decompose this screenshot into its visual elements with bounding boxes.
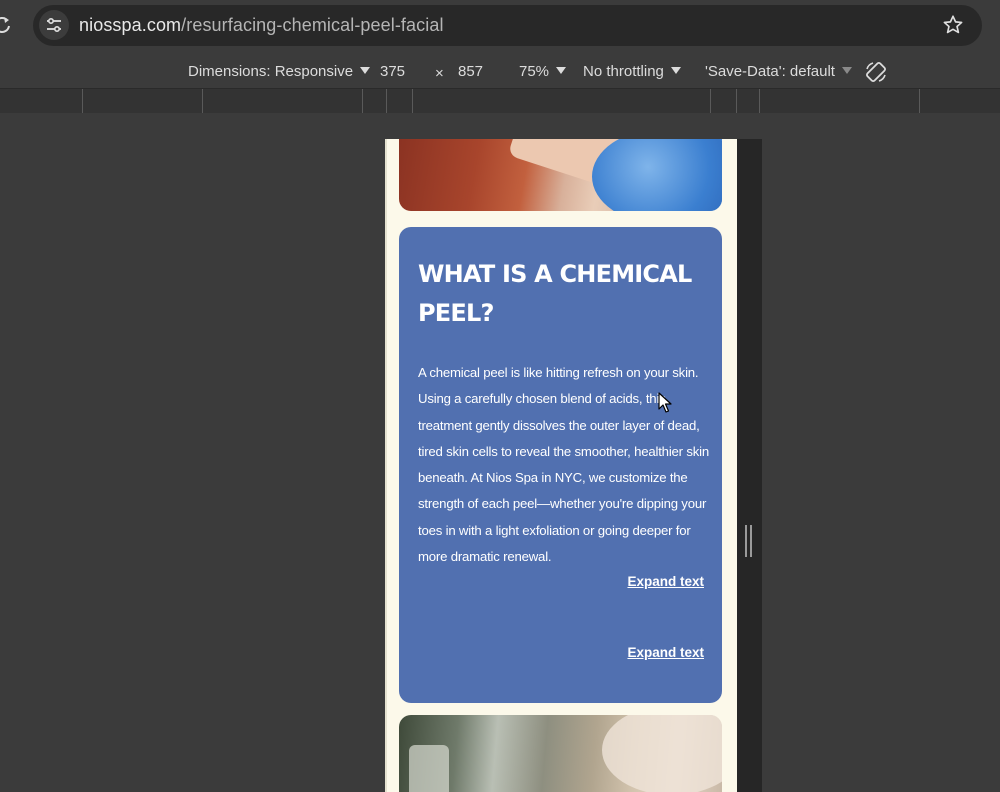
dimensions-label: Dimensions: Responsive [188,63,354,80]
ruler-tick [412,89,413,113]
image-detail [409,745,449,792]
save-data-dropdown[interactable]: 'Save-Data': default [705,63,852,80]
image-detail [592,139,722,211]
chevron-down-icon [556,67,567,74]
ruler-tick [362,89,363,113]
zoom-label: 75% [519,63,550,80]
info-card: WHAT IS A CHEMICAL PEEL? A chemical peel… [399,227,722,703]
chevron-down-icon [360,67,371,74]
emulated-page[interactable]: WHAT IS A CHEMICAL PEEL? A chemical peel… [385,139,737,792]
ruler-tick [202,89,203,113]
expand-text-link[interactable]: Expand text [627,645,704,660]
save-data-label: 'Save-Data': default [705,63,835,80]
throttling-label: No throttling [583,63,664,80]
media-query-ruler[interactable] [0,88,1000,114]
site-info-icon[interactable] [39,10,69,40]
url-text[interactable]: niosspa.com/resurfacing-chemical-peel-fa… [79,15,444,36]
section-heading: WHAT IS A CHEMICAL PEEL? [418,260,692,327]
browser-toolbar: niosspa.com/resurfacing-chemical-peel-fa… [0,0,1000,52]
device-toolbar: Dimensions: Responsive 375 × 857 75% No … [0,52,1000,88]
url-path: /resurfacing-chemical-peel-facial [181,15,444,35]
handle-bar [750,525,752,557]
url-host: niosspa.com [79,15,182,35]
device-resize-strip[interactable] [737,139,762,792]
reload-icon[interactable] [0,15,12,35]
height-input[interactable]: 857 [458,63,483,80]
ruler-tick [82,89,83,113]
chevron-down-icon [670,67,681,74]
ruler-tick [736,89,737,113]
spa-image [399,715,722,792]
times-separator: × [435,65,444,82]
resize-handle[interactable] [745,525,752,557]
zoom-dropdown[interactable]: 75% [519,63,567,80]
bookmark-star-icon[interactable] [942,14,964,36]
ruler-tick [919,89,920,113]
ruler-tick [710,89,711,113]
device-edge [385,139,387,792]
width-input[interactable]: 375 [380,63,405,80]
ruler-tick [386,89,387,113]
chevron-down-icon [841,67,852,74]
facial-treatment-image [399,139,722,211]
dimensions-dropdown[interactable]: Dimensions: Responsive [188,63,371,80]
address-bar[interactable]: niosspa.com/resurfacing-chemical-peel-fa… [33,5,982,46]
rotate-device-icon[interactable] [864,60,888,84]
throttling-dropdown[interactable]: No throttling [583,63,681,80]
handle-bar [745,525,747,557]
expand-text-link[interactable]: Expand text [627,574,704,589]
image-detail [602,715,722,792]
mouse-cursor-icon [658,392,672,413]
ruler-tick [759,89,760,113]
